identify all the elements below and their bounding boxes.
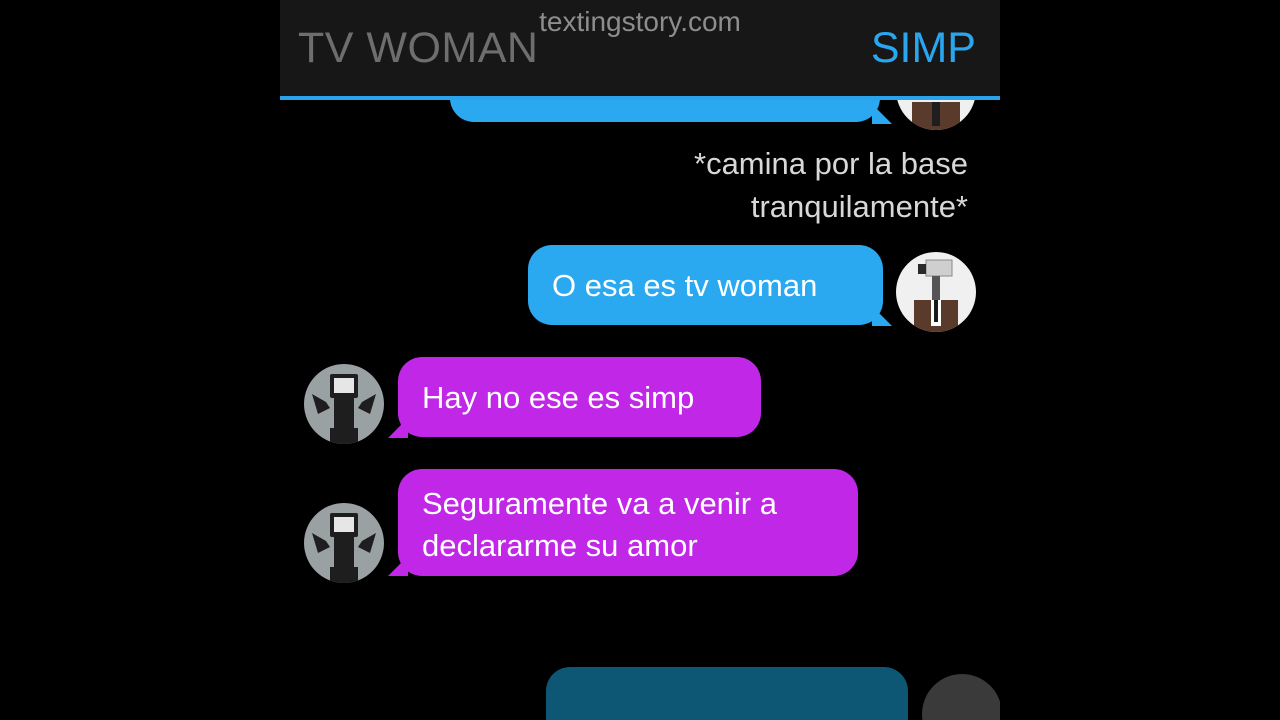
narration-text: *camina por la base tranquilamente*: [694, 142, 968, 228]
narration-line: *camina por la base: [694, 146, 968, 181]
security-camera-head-icon: [914, 259, 958, 332]
message-text-line: Seguramente va a venir a: [422, 486, 777, 521]
bubble-tail: [872, 104, 892, 124]
tv-head-figure-icon: [312, 374, 376, 444]
simp-avatar-appearing: [922, 674, 1000, 720]
header-accent-line: [280, 96, 1000, 100]
chat-screen: TV WOMAN textingstory.com SIMP *camina p…: [280, 0, 1000, 720]
tv-head-figure-icon: [312, 513, 376, 583]
message-bubble-simp: O esa es tv woman: [528, 245, 883, 325]
contact-name-right[interactable]: SIMP: [871, 24, 976, 73]
message-text-line: declararme su amor: [422, 528, 698, 563]
message-bubble-tv-woman: Hay no ese es simp: [398, 357, 761, 437]
chat-header: TV WOMAN textingstory.com SIMP: [280, 0, 1000, 96]
tv-woman-avatar: [304, 503, 384, 583]
tv-woman-avatar: [304, 364, 384, 444]
message-text: Hay no ese es simp: [422, 380, 695, 415]
message-bubble-appearing: [546, 667, 908, 720]
message-bubble-tv-woman: Seguramente va a venir a declararme su a…: [398, 469, 858, 576]
simp-avatar: [896, 252, 976, 332]
message-text: O esa es tv woman: [552, 268, 818, 303]
bubble-tail: [872, 306, 892, 326]
narration-line: tranquilamente*: [750, 189, 968, 224]
